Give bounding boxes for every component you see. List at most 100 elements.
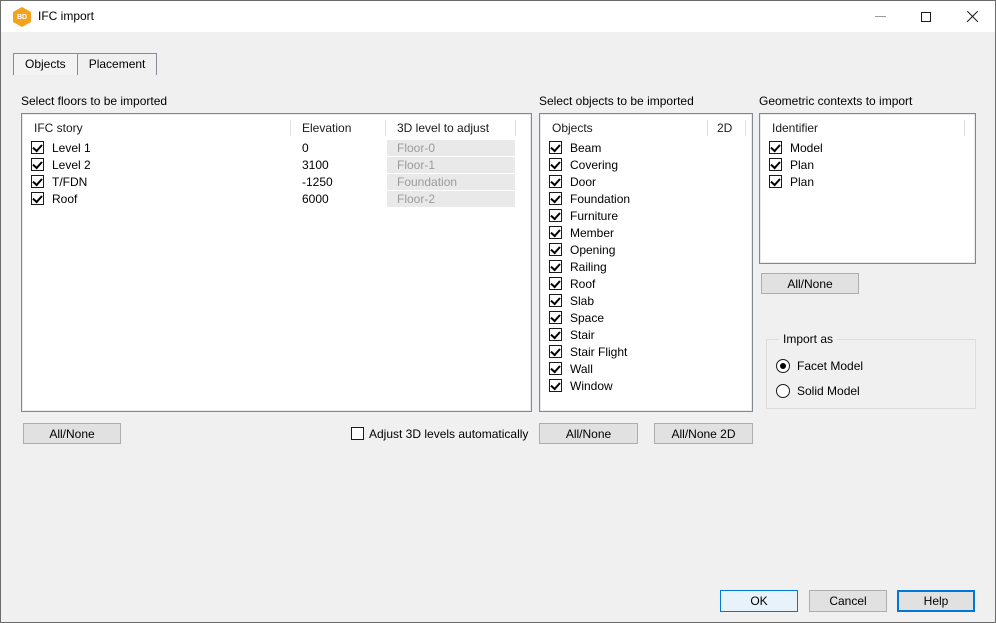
contexts-all-none-button[interactable]: All/None xyxy=(761,273,859,294)
object-label: Wall xyxy=(570,361,593,377)
floor-name: Level 1 xyxy=(52,140,91,156)
list-item[interactable]: Model xyxy=(762,140,973,157)
column-header-objects[interactable]: Objects xyxy=(552,116,593,140)
cancel-button[interactable]: Cancel xyxy=(809,590,887,612)
object-label: Foundation xyxy=(570,191,630,207)
context-checkbox[interactable] xyxy=(769,141,782,154)
list-item[interactable]: Opening xyxy=(542,242,750,259)
list-item[interactable]: Space xyxy=(542,310,750,327)
object-checkbox[interactable] xyxy=(549,277,562,290)
maximize-button[interactable] xyxy=(903,1,949,32)
object-checkbox[interactable] xyxy=(549,345,562,358)
context-label: Plan xyxy=(790,174,814,190)
list-item[interactable]: Slab xyxy=(542,293,750,310)
table-row[interactable]: Level 1 0 Floor-0 xyxy=(24,140,529,157)
floor-checkbox[interactable] xyxy=(31,192,44,205)
floor-checkbox[interactable] xyxy=(31,141,44,154)
object-label: Door xyxy=(570,174,596,190)
list-item[interactable]: Furniture xyxy=(542,208,750,225)
solid-model-label: Solid Model xyxy=(797,384,860,399)
titlebar: BD IFC import xyxy=(1,1,995,32)
floors-table: IFC story Elevation 3D level to adjust L… xyxy=(21,113,532,412)
object-checkbox[interactable] xyxy=(549,192,562,205)
object-checkbox[interactable] xyxy=(549,294,562,307)
context-checkbox[interactable] xyxy=(769,158,782,171)
maximize-icon xyxy=(921,12,931,22)
column-header-2d[interactable]: 2D xyxy=(717,116,732,140)
floors-table-header: IFC story Elevation 3D level to adjust xyxy=(24,116,529,140)
column-header-elevation[interactable]: Elevation xyxy=(302,116,351,140)
column-divider xyxy=(745,120,746,136)
list-item[interactable]: Window xyxy=(542,378,750,395)
floor-3d-level: Foundation xyxy=(387,174,515,190)
ok-button[interactable]: OK xyxy=(720,590,798,612)
list-item[interactable]: Stair xyxy=(542,327,750,344)
list-item[interactable]: Covering xyxy=(542,157,750,174)
context-checkbox[interactable] xyxy=(769,175,782,188)
app-icon: BD xyxy=(13,7,31,27)
facet-model-label: Facet Model xyxy=(797,359,863,374)
import-as-group: Import as Facet Model Solid Model xyxy=(766,339,976,409)
list-item[interactable]: Beam xyxy=(542,140,750,157)
tab-placement[interactable]: Placement xyxy=(77,53,158,75)
floors-table-body: Level 1 0 Floor-0 Level 2 3100 Floor-1 T… xyxy=(24,140,529,409)
column-header-ifc-story[interactable]: IFC story xyxy=(34,116,83,140)
close-button[interactable] xyxy=(949,1,995,32)
floor-elevation: 6000 xyxy=(302,191,329,207)
column-divider xyxy=(707,120,708,136)
table-row[interactable]: T/FDN -1250 Foundation xyxy=(24,174,529,191)
object-checkbox[interactable] xyxy=(549,311,562,324)
object-checkbox[interactable] xyxy=(549,362,562,375)
help-button[interactable]: Help xyxy=(897,590,975,612)
list-item[interactable]: Foundation xyxy=(542,191,750,208)
floor-3d-level: Floor-1 xyxy=(387,157,515,173)
column-header-3d-level[interactable]: 3D level to adjust xyxy=(397,116,489,140)
adjust-3d-levels-checkbox[interactable] xyxy=(351,427,364,440)
floor-name: Level 2 xyxy=(52,157,91,173)
adjust-3d-levels-label: Adjust 3D levels automatically xyxy=(369,427,528,441)
floor-elevation: -1250 xyxy=(302,174,333,190)
minimize-button[interactable] xyxy=(857,1,903,32)
facet-model-radio[interactable] xyxy=(776,359,790,373)
contexts-section-label: Geometric contexts to import xyxy=(759,94,912,108)
column-divider xyxy=(290,120,291,136)
window-controls xyxy=(857,1,995,32)
floor-3d-level: Floor-0 xyxy=(387,140,515,156)
floors-all-none-button[interactable]: All/None xyxy=(23,423,121,444)
adjust-3d-levels-option[interactable]: Adjust 3D levels automatically xyxy=(351,427,531,441)
objects-section-label: Select objects to be imported xyxy=(539,94,694,108)
contexts-table-header: Identifier xyxy=(762,116,973,140)
table-row[interactable]: Level 2 3100 Floor-1 xyxy=(24,157,529,174)
solid-model-radio[interactable] xyxy=(776,384,790,398)
object-checkbox[interactable] xyxy=(549,226,562,239)
object-label: Covering xyxy=(570,157,618,173)
object-checkbox[interactable] xyxy=(549,158,562,171)
object-checkbox[interactable] xyxy=(549,379,562,392)
close-icon xyxy=(966,10,979,23)
object-checkbox[interactable] xyxy=(549,175,562,188)
list-item[interactable]: Stair Flight xyxy=(542,344,750,361)
object-checkbox[interactable] xyxy=(549,141,562,154)
object-checkbox[interactable] xyxy=(549,243,562,256)
objects-table-body: Beam Covering Door Foundation Furniture … xyxy=(542,140,750,409)
table-row[interactable]: Roof 6000 Floor-2 xyxy=(24,191,529,208)
list-item[interactable]: Door xyxy=(542,174,750,191)
objects-all-none-2d-button[interactable]: All/None 2D xyxy=(654,423,753,444)
context-label: Plan xyxy=(790,157,814,173)
list-item[interactable]: Plan xyxy=(762,174,973,191)
tab-objects[interactable]: Objects xyxy=(13,53,78,75)
list-item[interactable]: Roof xyxy=(542,276,750,293)
object-checkbox[interactable] xyxy=(549,328,562,341)
floor-checkbox[interactable] xyxy=(31,158,44,171)
floor-checkbox[interactable] xyxy=(31,175,44,188)
floor-name: T/FDN xyxy=(52,174,87,190)
object-checkbox[interactable] xyxy=(549,209,562,222)
context-label: Model xyxy=(790,140,823,156)
object-checkbox[interactable] xyxy=(549,260,562,273)
objects-all-none-button[interactable]: All/None xyxy=(539,423,638,444)
list-item[interactable]: Member xyxy=(542,225,750,242)
list-item[interactable]: Railing xyxy=(542,259,750,276)
column-header-identifier[interactable]: Identifier xyxy=(772,116,818,140)
list-item[interactable]: Wall xyxy=(542,361,750,378)
list-item[interactable]: Plan xyxy=(762,157,973,174)
